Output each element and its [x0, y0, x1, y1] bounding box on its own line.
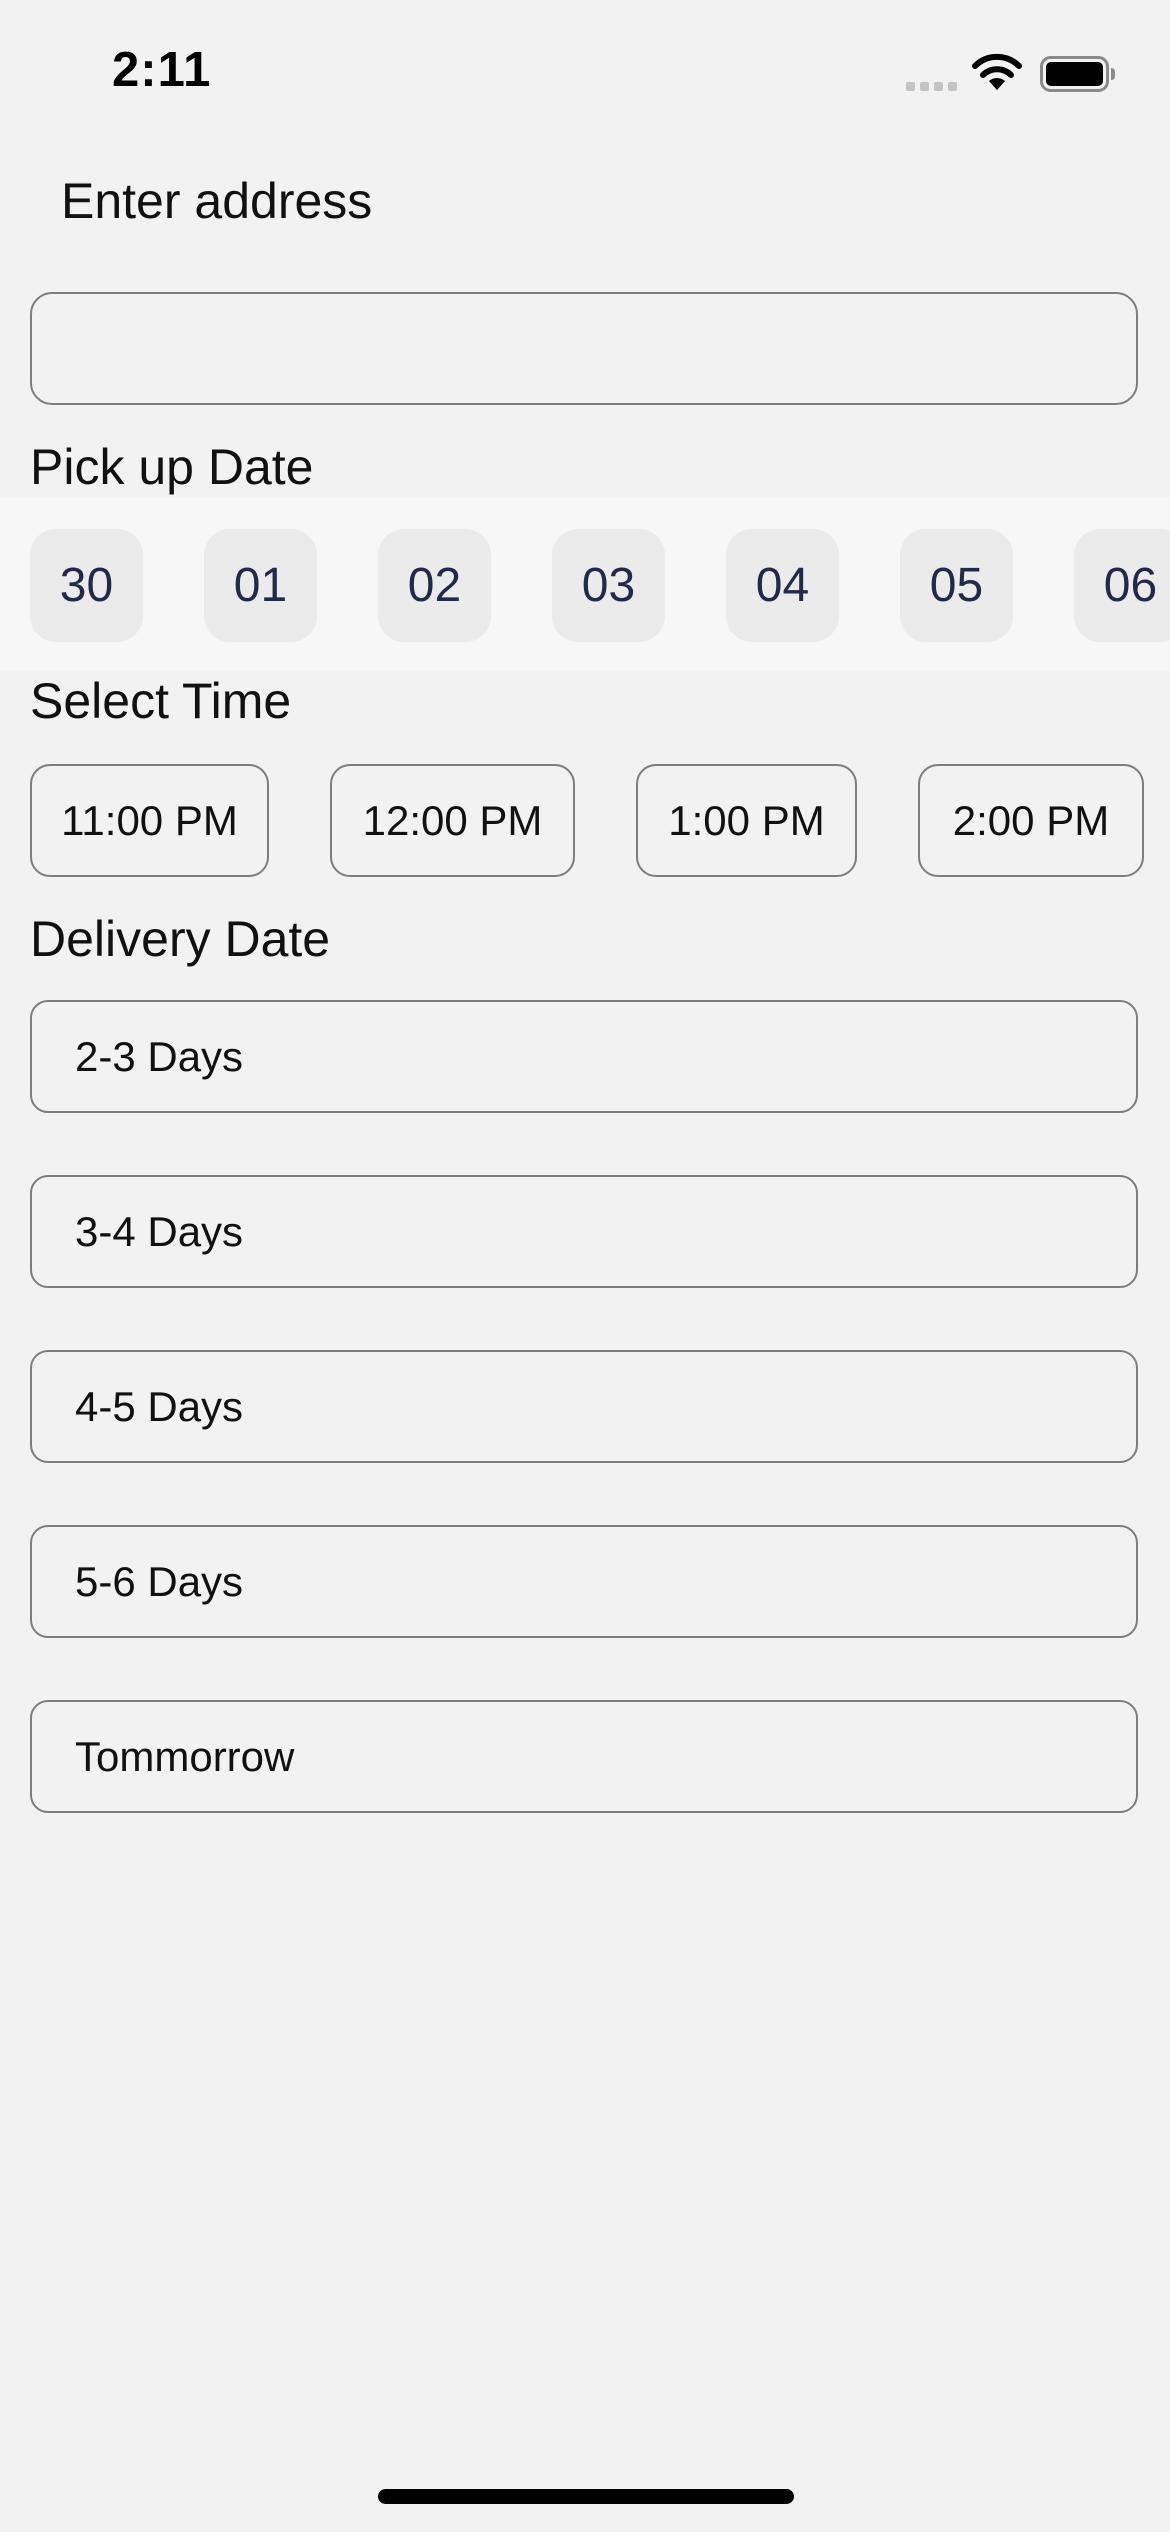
home-indicator[interactable]	[378, 2489, 794, 2504]
delivery-option[interactable]: Tommorrow	[30, 1700, 1138, 1813]
date-chip[interactable]: 06	[1074, 529, 1170, 642]
delivery-option[interactable]: 3-4 Days	[30, 1175, 1138, 1288]
delivery-option[interactable]: 2-3 Days	[30, 1000, 1138, 1113]
page-title: Enter address	[61, 173, 373, 229]
date-chip[interactable]: 30	[30, 529, 143, 642]
date-chip[interactable]: 03	[552, 529, 665, 642]
date-chip[interactable]: 04	[726, 529, 839, 642]
pickup-date-strip[interactable]: 30 01 02 03 04 05 06	[0, 498, 1170, 670]
wifi-icon	[972, 53, 1022, 90]
time-slot-button[interactable]: 2:00 PM	[918, 764, 1144, 877]
time-slot-button[interactable]: 12:00 PM	[330, 764, 575, 877]
time-slot-button[interactable]: 11:00 PM	[30, 764, 269, 877]
delivery-date-heading: Delivery Date	[30, 911, 331, 967]
cellular-signal-icon	[906, 82, 957, 91]
battery-icon	[1040, 56, 1115, 92]
status-time: 2:11	[112, 43, 212, 97]
time-slot-button[interactable]: 1:00 PM	[636, 764, 857, 877]
select-time-heading: Select Time	[30, 673, 292, 729]
address-input[interactable]	[30, 292, 1138, 405]
delivery-option[interactable]: 5-6 Days	[30, 1525, 1138, 1638]
date-chip[interactable]: 01	[204, 529, 317, 642]
delivery-option[interactable]: 4-5 Days	[30, 1350, 1138, 1463]
date-chip[interactable]: 02	[378, 529, 491, 642]
date-chip[interactable]: 05	[900, 529, 1013, 642]
pickup-date-heading: Pick up Date	[30, 439, 314, 495]
